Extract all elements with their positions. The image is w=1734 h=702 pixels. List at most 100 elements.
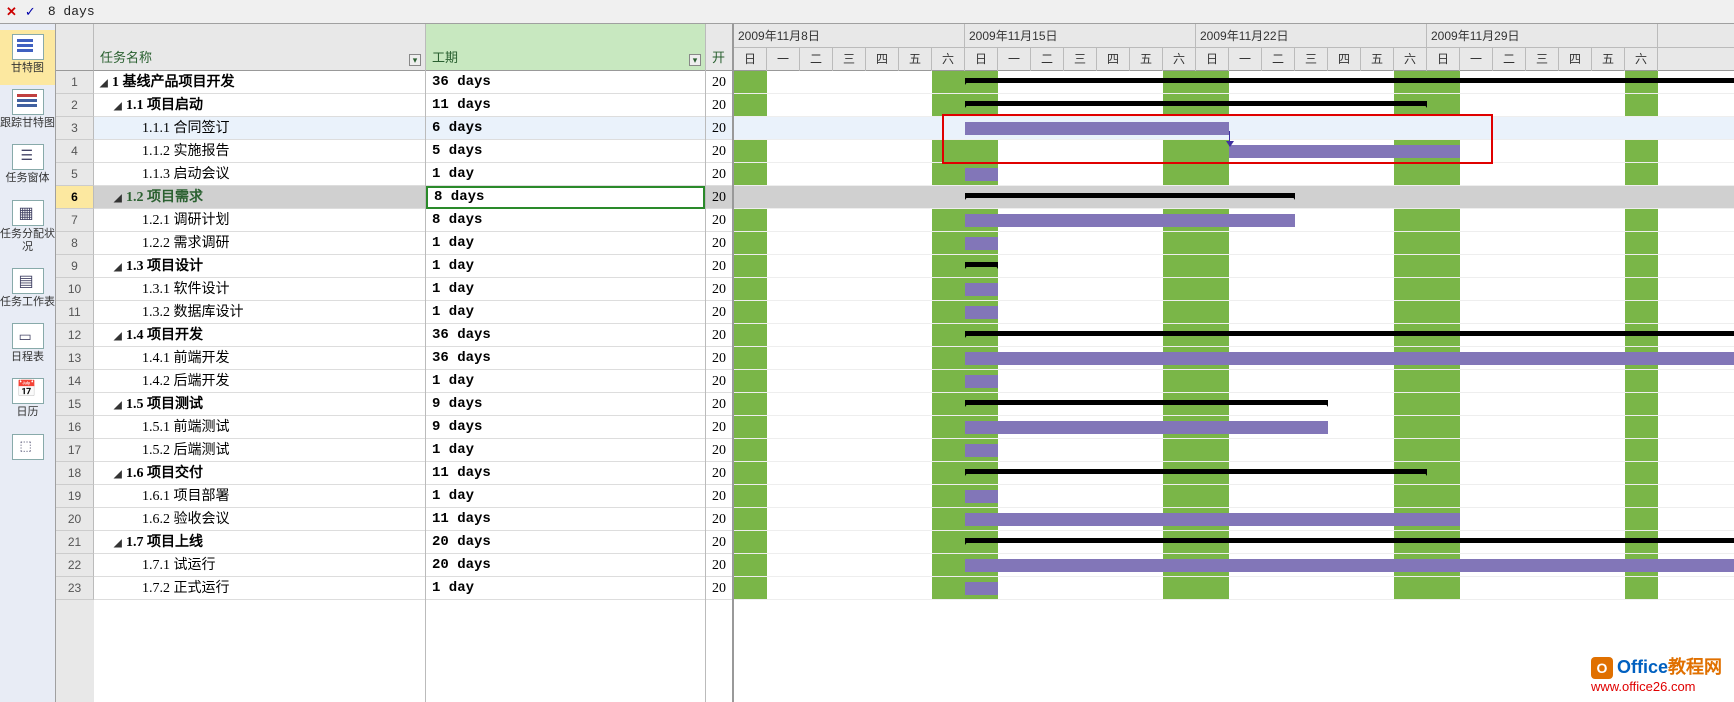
gantt-row[interactable] xyxy=(734,301,1734,324)
row-number[interactable]: 16 xyxy=(56,416,94,439)
task-bar[interactable] xyxy=(965,122,1229,135)
row-number[interactable]: 8 xyxy=(56,232,94,255)
row-number[interactable]: 3 xyxy=(56,117,94,140)
gantt-row[interactable] xyxy=(734,324,1734,347)
task-start-cell[interactable]: 20 xyxy=(706,163,732,186)
row-number[interactable]: 23 xyxy=(56,577,94,600)
sidebar-item-0[interactable]: 甘特图 xyxy=(0,30,55,85)
gantt-row[interactable] xyxy=(734,531,1734,554)
task-duration-cell[interactable]: 36 days xyxy=(426,71,705,94)
task-duration-cell[interactable]: 5 days xyxy=(426,140,705,163)
task-name-cell[interactable]: 1.5.2 后端测试 xyxy=(94,439,425,462)
gantt-row[interactable] xyxy=(734,186,1734,209)
task-name-cell[interactable]: 1.2.2 需求调研 xyxy=(94,232,425,255)
gantt-row[interactable] xyxy=(734,508,1734,531)
task-name-cell[interactable]: ◢1.1 项目启动 xyxy=(94,94,425,117)
gantt-row[interactable] xyxy=(734,209,1734,232)
gantt-row[interactable] xyxy=(734,462,1734,485)
task-duration-cell[interactable]: 11 days xyxy=(426,508,705,531)
summary-bar[interactable] xyxy=(965,331,1734,339)
row-number[interactable]: 11 xyxy=(56,301,94,324)
row-number[interactable]: 7 xyxy=(56,209,94,232)
gantt-row[interactable] xyxy=(734,71,1734,94)
row-number[interactable]: 18 xyxy=(56,462,94,485)
task-bar[interactable] xyxy=(965,444,998,457)
summary-bar[interactable] xyxy=(965,262,998,270)
summary-bar[interactable] xyxy=(965,538,1734,546)
task-duration-cell[interactable]: 8 days xyxy=(426,209,705,232)
summary-bar[interactable] xyxy=(965,193,1295,201)
collapse-icon[interactable]: ◢ xyxy=(114,95,124,117)
task-duration-cell[interactable]: 36 days xyxy=(426,347,705,370)
sidebar-item-6[interactable]: 日历 xyxy=(0,374,55,429)
row-number[interactable]: 21 xyxy=(56,531,94,554)
row-number[interactable]: 22 xyxy=(56,554,94,577)
sidebar-item-3[interactable]: 任务分配状况 xyxy=(0,196,55,264)
formula-value[interactable]: 8 days xyxy=(48,4,95,19)
task-name-cell[interactable]: ◢1 基线产品项目开发 xyxy=(94,71,425,94)
task-duration-cell[interactable]: 20 days xyxy=(426,531,705,554)
task-duration-cell[interactable]: 6 days xyxy=(426,117,705,140)
row-number[interactable]: 6 xyxy=(56,186,94,209)
task-duration-cell[interactable]: 1 day xyxy=(426,232,705,255)
task-bar[interactable] xyxy=(965,306,998,319)
task-duration-cell[interactable]: 11 days xyxy=(426,94,705,117)
collapse-icon[interactable]: ◢ xyxy=(114,256,124,278)
summary-bar[interactable] xyxy=(965,101,1427,109)
row-number[interactable]: 13 xyxy=(56,347,94,370)
summary-bar[interactable] xyxy=(965,78,1734,86)
gantt-row[interactable] xyxy=(734,163,1734,186)
gantt-row[interactable] xyxy=(734,117,1734,140)
summary-bar[interactable] xyxy=(965,469,1427,477)
task-name-cell[interactable]: 1.2.1 调研计划 xyxy=(94,209,425,232)
sidebar-item-4[interactable]: 任务工作表 xyxy=(0,264,55,319)
task-start-cell[interactable]: 20 xyxy=(706,117,732,140)
gantt-row[interactable] xyxy=(734,416,1734,439)
task-duration-cell[interactable]: 1 day xyxy=(426,485,705,508)
row-number[interactable]: 14 xyxy=(56,370,94,393)
collapse-icon[interactable]: ◢ xyxy=(114,325,124,347)
task-name-cell[interactable]: ◢1.3 项目设计 xyxy=(94,255,425,278)
task-bar[interactable] xyxy=(965,559,1734,572)
column-header-duration[interactable]: 工期 ▾ xyxy=(426,24,705,71)
row-number[interactable]: 15 xyxy=(56,393,94,416)
row-number[interactable]: 20 xyxy=(56,508,94,531)
task-start-cell[interactable]: 20 xyxy=(706,255,732,278)
task-name-cell[interactable]: 1.3.1 软件设计 xyxy=(94,278,425,301)
row-number[interactable]: 2 xyxy=(56,94,94,117)
task-start-cell[interactable]: 20 xyxy=(706,209,732,232)
row-number[interactable]: 4 xyxy=(56,140,94,163)
task-name-cell[interactable]: 1.4.1 前端开发 xyxy=(94,347,425,370)
task-start-cell[interactable]: 20 xyxy=(706,577,732,600)
task-bar[interactable] xyxy=(965,421,1328,434)
gantt-row[interactable] xyxy=(734,232,1734,255)
task-name-cell[interactable]: ◢1.5 项目测试 xyxy=(94,393,425,416)
task-name-cell[interactable]: 1.1.1 合同签订 xyxy=(94,117,425,140)
task-duration-cell[interactable]: 20 days xyxy=(426,554,705,577)
gantt-row[interactable] xyxy=(734,278,1734,301)
sidebar-item-2[interactable]: 任务窗体 xyxy=(0,140,55,195)
column-header-name[interactable]: 任务名称 ▾ xyxy=(94,24,425,71)
task-start-cell[interactable]: 20 xyxy=(706,485,732,508)
task-name-cell[interactable]: 1.5.1 前端测试 xyxy=(94,416,425,439)
task-name-cell[interactable]: 1.1.3 启动会议 xyxy=(94,163,425,186)
row-number[interactable]: 9 xyxy=(56,255,94,278)
collapse-icon[interactable]: ◢ xyxy=(100,72,110,94)
collapse-icon[interactable]: ◢ xyxy=(114,394,124,416)
task-start-cell[interactable]: 20 xyxy=(706,393,732,416)
row-number[interactable]: 19 xyxy=(56,485,94,508)
sidebar-item-5[interactable]: 日程表 xyxy=(0,319,55,374)
task-start-cell[interactable]: 20 xyxy=(706,439,732,462)
task-duration-cell[interactable]: 9 days xyxy=(426,393,705,416)
sidebar-item-7[interactable] xyxy=(0,430,55,472)
task-name-cell[interactable]: 1.6.2 验收会议 xyxy=(94,508,425,531)
task-start-cell[interactable]: 20 xyxy=(706,232,732,255)
gantt-row[interactable] xyxy=(734,94,1734,117)
task-duration-cell[interactable]: 8 days xyxy=(426,186,705,209)
summary-bar[interactable] xyxy=(965,400,1328,408)
row-number[interactable]: 12 xyxy=(56,324,94,347)
gantt-row[interactable] xyxy=(734,485,1734,508)
task-start-cell[interactable]: 20 xyxy=(706,416,732,439)
task-duration-cell[interactable]: 1 day xyxy=(426,163,705,186)
row-number[interactable]: 5 xyxy=(56,163,94,186)
